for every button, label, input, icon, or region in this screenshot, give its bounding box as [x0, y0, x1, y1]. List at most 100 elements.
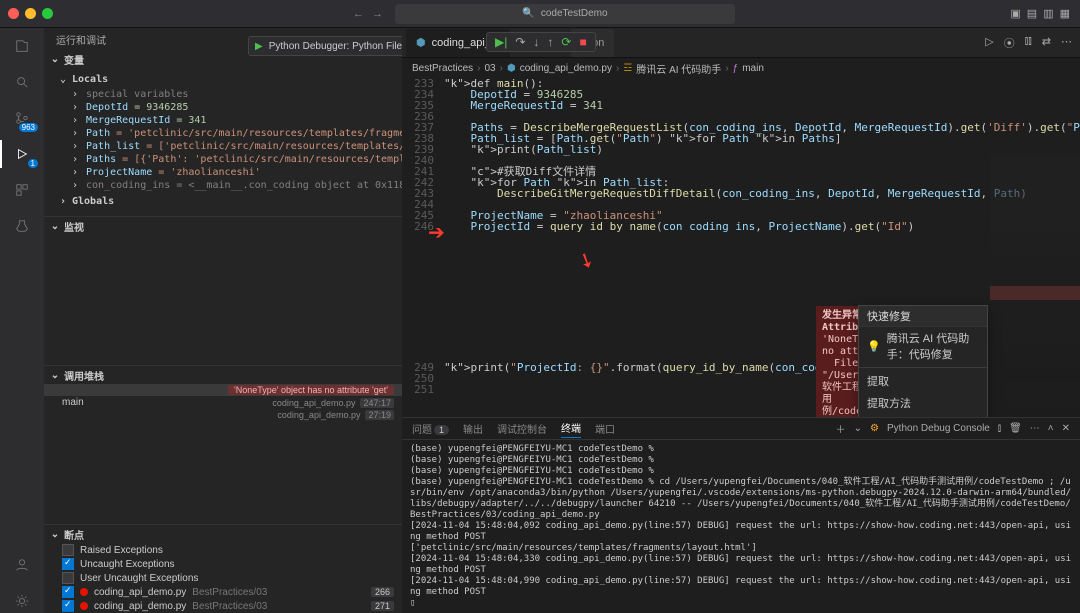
variable-row[interactable]: › MergeRequestId = 341 — [44, 114, 402, 127]
stop-icon[interactable]: ■ — [579, 35, 586, 49]
scm-badge: 963 — [19, 123, 38, 132]
python-file-icon: ⬢ — [416, 36, 426, 49]
breadcrumb-seg[interactable]: BestPractices — [412, 63, 473, 74]
breakpoint-dot-icon — [80, 588, 88, 596]
run-file-icon[interactable]: ▷ — [985, 35, 993, 51]
annotation-arrow-icon: ➘ — [574, 246, 600, 276]
tab-problems[interactable]: 问题1 — [412, 421, 449, 436]
extensions-icon[interactable] — [10, 178, 34, 202]
command-center[interactable]: 🔍 codeTestDemo — [395, 4, 735, 24]
globals-label: Globals — [72, 195, 114, 208]
nav-forward-icon[interactable]: → — [372, 8, 383, 20]
account-icon[interactable] — [10, 553, 34, 577]
breadcrumb-seg[interactable]: 03 — [484, 63, 495, 74]
debug-file-icon[interactable]: ⦿ — [1004, 35, 1015, 51]
step-into-icon[interactable]: ↓ — [533, 35, 539, 49]
checkbox-icon[interactable] — [62, 600, 74, 612]
maximize-panel-icon[interactable]: ˄ — [1048, 423, 1054, 434]
lightbulb-icon: 💡 — [867, 340, 881, 353]
traffic-lights — [8, 8, 53, 19]
add-terminal-icon[interactable]: ＋ — [836, 421, 846, 436]
close-panel-icon[interactable]: ✕ — [1062, 423, 1070, 434]
tab-output[interactable]: 输出 — [463, 421, 483, 436]
more-icon[interactable]: ⋯ — [1030, 423, 1040, 434]
quick-fix-item[interactable]: 提取方法 — [859, 392, 987, 414]
search-icon[interactable] — [10, 70, 34, 94]
variable-row[interactable]: › Path = 'petclinic/src/main/resources/t… — [44, 127, 402, 140]
breadcrumb-seg[interactable]: 腾讯云 AI 代码助手 — [636, 61, 721, 76]
variable-row[interactable]: › Path_list = ['petclinic/src/main/resou… — [44, 140, 402, 153]
layout-right-icon[interactable]: ▥ — [1043, 7, 1053, 20]
breadcrumb-seg[interactable]: coding_api_demo.py — [520, 63, 612, 74]
sidebar: 运行和调试 ⋯ ⌄ 变量 ⌄ Locals › special variable… — [44, 28, 402, 613]
explorer-icon[interactable] — [10, 34, 34, 58]
variable-row[interactable]: › special variables — [44, 88, 402, 101]
run-debug-icon[interactable]: 1 — [10, 142, 34, 166]
breakpoints-section-header[interactable]: ⌄ 断点 — [44, 525, 402, 543]
variable-row[interactable]: › DepotId = 9346285 — [44, 101, 402, 114]
terminal-output[interactable]: (base) yupengfei@PENGFEIYU-MC1 codeTestD… — [402, 440, 1080, 613]
checkbox-icon[interactable] — [62, 544, 74, 556]
callstack-body: 'NoneType' object has no attribute 'get'… — [44, 384, 402, 421]
layout-left-icon[interactable]: ▣ — [1010, 7, 1020, 20]
compare-icon[interactable]: ⇄ — [1042, 35, 1051, 51]
breadcrumb[interactable]: BestPractices› 03› ⬢ coding_api_demo.py›… — [402, 58, 1080, 78]
testing-icon[interactable] — [10, 214, 34, 238]
split-editor-icon[interactable]: ⫾⫾ — [1025, 35, 1032, 51]
watch-label: 监视 — [64, 219, 84, 234]
globals-header[interactable]: › Globals — [44, 192, 402, 210]
restart-icon[interactable]: ⟳ — [561, 35, 571, 49]
command-center-label: codeTestDemo — [541, 8, 608, 19]
quick-fix-item[interactable]: 💡腾讯云 AI 代码助手：代码修复 — [859, 327, 987, 365]
minimap[interactable] — [990, 156, 1080, 417]
breakpoint-option[interactable]: User Uncaught Exceptions — [44, 571, 402, 585]
tab-terminal[interactable]: 终端 — [561, 420, 581, 438]
chevron-down-icon[interactable]: ⌄ — [854, 423, 862, 434]
title-bar: ← → 🔍 codeTestDemo ▣ ▤ ▥ ▦ — [0, 0, 1080, 28]
checkbox-icon[interactable] — [62, 558, 74, 570]
chevron-right-icon: › — [58, 195, 68, 208]
watch-section-header[interactable]: ⌄ 监视 — [44, 217, 402, 235]
split-terminal-icon[interactable]: ⫾ — [998, 423, 1001, 434]
step-out-icon[interactable]: ↑ — [547, 35, 553, 49]
editor-actions: ▷ ⦿ ⫾⫾ ⇄ ⋯ — [985, 35, 1072, 51]
terminal-profile-label[interactable]: Python Debug Console — [887, 423, 990, 434]
nav-back-icon[interactable]: ← — [353, 8, 364, 20]
breakpoint-dot-icon — [80, 602, 88, 610]
chevron-down-icon: ⌄ — [50, 54, 60, 65]
breakpoint-file[interactable]: coding_api_demo.pyBestPractices/03266 — [44, 585, 402, 599]
more-icon[interactable]: ⋯ — [1061, 35, 1072, 51]
variable-row[interactable]: › con_coding_ins = <__main__.con_coding … — [44, 179, 402, 192]
maximize-window-icon[interactable] — [42, 8, 53, 19]
tab-debug-console[interactable]: 调试控制台 — [497, 421, 547, 436]
callstack-frame[interactable]: maincoding_api_demo.py 247:17 — [44, 396, 402, 409]
callstack-frame[interactable]: coding_api_demo.py 27:19 — [44, 409, 402, 421]
minimize-window-icon[interactable] — [25, 8, 36, 19]
close-window-icon[interactable] — [8, 8, 19, 19]
tab-ports[interactable]: 端口 — [595, 421, 615, 436]
breadcrumb-seg[interactable]: main — [742, 63, 764, 74]
callstack-section-header[interactable]: ⌄ 调用堆栈 — [44, 366, 402, 384]
bottom-panel: 问题1 输出 调试控制台 终端 端口 ＋ ⌄ ⚙ Python Debug Co… — [402, 417, 1080, 613]
breakpoint-file[interactable]: coding_api_demo.pyBestPractices/03271 — [44, 599, 402, 613]
step-over-icon[interactable]: ↷ — [515, 35, 525, 49]
layout-bottom-icon[interactable]: ▤ — [1027, 7, 1037, 20]
code-area[interactable]: 2332342352362372382392402412422432442452… — [402, 78, 1080, 232]
checkbox-icon[interactable] — [62, 572, 74, 584]
variable-row[interactable]: › Paths = [{'Path': 'petclinic/src/main/… — [44, 153, 402, 166]
settings-gear-icon[interactable] — [10, 589, 34, 613]
quick-fix-item[interactable]: 提取变量 — [859, 414, 987, 417]
source-control-icon[interactable]: 963 — [10, 106, 34, 130]
variable-row[interactable]: › ProjectName = 'zhaolianceshi' — [44, 166, 402, 179]
locals-header[interactable]: ⌄ Locals — [44, 70, 402, 88]
breakpoint-option[interactable]: Raised Exceptions — [44, 543, 402, 557]
callstack-paused-row[interactable]: 'NoneType' object has no attribute 'get' — [44, 384, 402, 396]
breakpoint-option[interactable]: Uncaught Exceptions — [44, 557, 402, 571]
quick-fix-item[interactable]: 提取 — [859, 370, 987, 392]
checkbox-icon[interactable] — [62, 586, 74, 598]
continue-icon[interactable]: ▶| — [495, 35, 507, 49]
editor-area: ⬢ coding_api_... ▶| ↷ ↓ ↑ ⟳ ■ .json ▷ ⦿ … — [402, 28, 1080, 613]
layout-full-icon[interactable]: ▦ — [1060, 7, 1070, 20]
kill-terminal-icon[interactable]: 🗑 — [1009, 423, 1022, 434]
title-right-icons: ▣ ▤ ▥ ▦ — [1010, 7, 1070, 20]
